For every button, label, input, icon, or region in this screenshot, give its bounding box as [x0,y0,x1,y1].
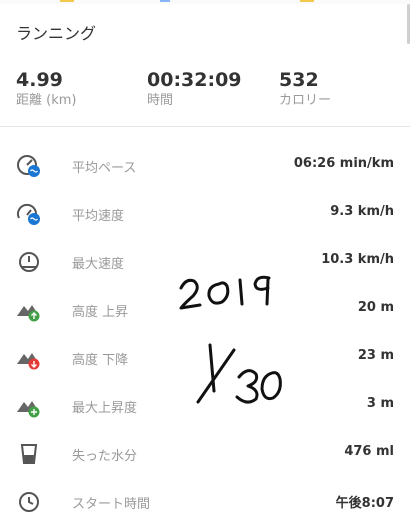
calories-value: 532 [279,69,319,91]
duration-label: 時間 [147,93,174,108]
distance-label: 距離 (km) [16,93,77,108]
stat-label: 失った水分 [72,449,138,464]
summary-duration: 00:32:09 時間 [147,68,242,110]
stat-row-avg-speed: 平均速度 9.3 km/h [0,190,410,238]
speedometer-icon [16,249,42,275]
stat-label: スタート時間 [72,497,151,512]
stat-label: 最大速度 [72,257,125,272]
stat-row-max-elevation: 最大上昇度 3 m [0,382,410,430]
stat-row-avg-pace: 平均ペース 06:26 min/km [0,142,410,190]
distance-value: 4.99 [16,69,63,91]
stat-value: 23 m [357,348,394,363]
stat-value: 9.3 km/h [330,204,394,219]
stat-value: 476 ml [344,444,394,459]
page-title: ランニング [16,24,97,43]
stat-value: 10.3 km/h [321,252,394,267]
water-glass-icon [16,441,42,467]
duration-value: 00:32:09 [147,69,242,91]
stat-row-elevation-loss: 高度 下降 23 m [0,334,410,382]
speed-gauge-icon [16,201,42,227]
stat-label: 平均速度 [72,209,125,224]
elevation-max-icon [16,393,42,419]
stat-label: 高度 下降 [72,353,129,368]
stats-list: 平均ペース 06:26 min/km 平均速度 9.3 km/h 最大速度 10… [0,142,410,526]
top-strip [0,0,410,4]
stat-label: 高度 上昇 [72,305,129,320]
stat-label: 平均ペース [72,161,137,176]
stat-label: 最大上昇度 [72,401,138,416]
summary-bar: 4.99 距離 (km) 00:32:09 時間 532 カロリー [0,68,410,122]
pace-gauge-icon [16,153,42,179]
calories-label: カロリー [279,93,332,108]
stat-value: 3 m [366,396,394,411]
stat-row-water-loss: 失った水分 476 ml [0,430,410,478]
stat-value: 06:26 min/km [293,156,394,171]
stat-row-start-time: スタート時間 午後8:07 [0,478,410,526]
summary-calories: 532 カロリー [279,68,331,110]
summary-divider [0,126,410,127]
stat-value: 午後8:07 [335,496,394,511]
elevation-down-icon [16,345,42,371]
elevation-up-icon [16,297,42,323]
summary-distance: 4.99 距離 (km) [16,68,76,110]
stat-row-max-speed: 最大速度 10.3 km/h [0,238,410,286]
stat-row-elevation-gain: 高度 上昇 20 m [0,286,410,334]
stat-value: 20 m [357,300,394,315]
clock-icon [16,489,42,515]
